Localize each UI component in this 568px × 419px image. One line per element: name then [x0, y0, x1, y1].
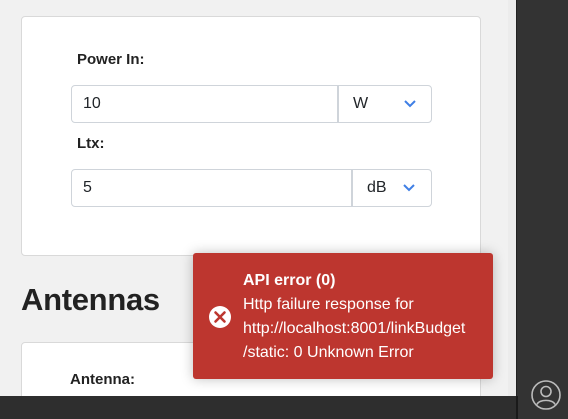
- toast-message-line: /static: 0 Unknown Error: [243, 344, 414, 361]
- taskbar-separator: [516, 396, 518, 419]
- panel-divider: [516, 0, 517, 419]
- toast-title: API error (0): [243, 272, 336, 289]
- ltx-label: Ltx:: [77, 135, 105, 152]
- scrollbar-track[interactable]: [508, 0, 516, 396]
- error-circle-x-icon: [209, 306, 231, 328]
- chevron-down-icon: [403, 184, 415, 192]
- chevron-down-icon: [404, 100, 416, 108]
- toast-message-line: http://localhost:8001/linkBudget: [243, 320, 466, 337]
- ltx-unit-select[interactable]: dB: [352, 169, 432, 207]
- bottom-taskbar: [0, 396, 516, 419]
- power-settings-card: Power In: 10 W Ltx: 5 dB: [21, 16, 481, 256]
- antenna-label: Antenna:: [70, 371, 135, 388]
- side-panel: [516, 0, 568, 419]
- ltx-unit-value: dB: [367, 179, 387, 196]
- account-icon[interactable]: [530, 379, 562, 411]
- power-in-unit-select[interactable]: W: [338, 85, 432, 123]
- ltx-input[interactable]: 5: [71, 169, 352, 207]
- error-toast[interactable]: API error (0) Http failure response for …: [193, 253, 493, 379]
- toast-message-line: Http failure response for: [243, 296, 414, 313]
- antennas-heading: Antennas: [21, 282, 160, 317]
- power-in-input[interactable]: 10: [71, 85, 338, 123]
- power-in-unit-value: W: [353, 95, 369, 112]
- power-in-label: Power In:: [77, 51, 145, 68]
